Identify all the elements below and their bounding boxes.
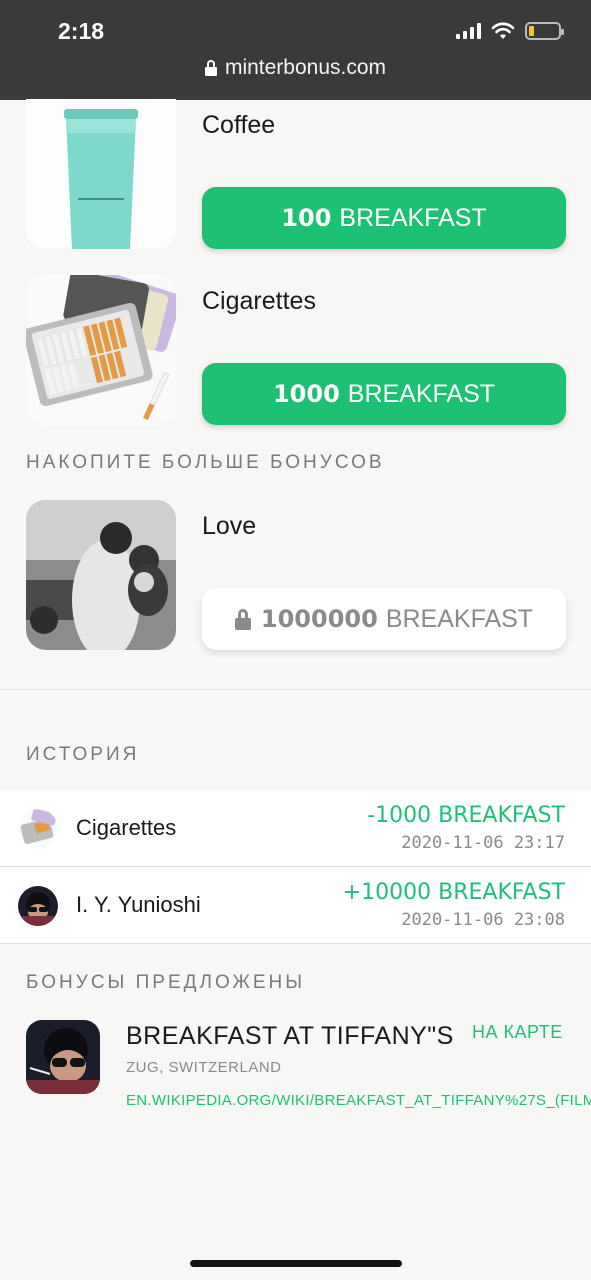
organization-website-link[interactable]: EN.WIKIPEDIA.ORG/WIKI/BREAKFAST_AT_TIFFA…: [126, 1092, 591, 1109]
address-bar[interactable]: minterbonus.com: [0, 56, 591, 80]
browser-top-bar: 2:18 minterbonus.com: [0, 0, 591, 100]
lock-icon: [204, 60, 217, 76]
product-name: Coffee: [202, 111, 276, 139]
organization-location: ZUG, SWITZERLAND: [126, 1059, 282, 1076]
history-date: 2020-11-06 23:17: [401, 833, 565, 853]
section-title-more-bonuses: НАКОПИТЕ БОЛЬШЕ БОНУСОВ: [26, 452, 385, 473]
battery-icon: [525, 22, 564, 40]
buy-button-coffee[interactable]: 100 BREAKFAST: [202, 187, 566, 249]
section-title-offered-by: БОНУСЫ ПРЕДЛОЖЕНЫ: [26, 972, 306, 993]
home-indicator[interactable]: [190, 1260, 402, 1267]
product-cigarettes: Cigarettes 1000 BREAKFAST: [26, 275, 566, 425]
product-image-coffee: [26, 99, 176, 249]
url-text: minterbonus.com: [224, 56, 387, 79]
history-avatar: [18, 886, 58, 926]
status-time: 2:18: [58, 18, 105, 44]
product-love: Love 1000000 BREAKFAST: [26, 500, 566, 650]
history-amount: -1000 BREAKFAST: [367, 803, 565, 828]
map-link[interactable]: НА КАРТЕ: [472, 1022, 563, 1043]
wifi-icon: [491, 22, 515, 39]
buy-button-cigarettes[interactable]: 1000 BREAKFAST: [202, 363, 566, 425]
history-name: Cigarettes: [76, 815, 177, 840]
status-icons: [456, 22, 564, 40]
locked-price-love: 1000000 BREAKFAST: [202, 588, 566, 650]
history-row[interactable]: I. Y. Yunioshi +10000 BREAKFAST 2020-11-…: [0, 868, 591, 944]
organization-logo: [26, 1020, 100, 1094]
lock-icon: [234, 608, 251, 630]
product-name: Love: [202, 512, 257, 540]
product-name: Cigarettes: [202, 287, 316, 315]
product-image-cigarettes: [26, 275, 176, 425]
product-coffee: Coffee 100 BREAKFAST: [26, 99, 566, 249]
history-date: 2020-11-06 23:08: [401, 910, 565, 930]
section-title-history: ИСТОРИЯ: [26, 744, 140, 765]
organization-name: BREAKFAST AT TIFFANY"S: [126, 1022, 454, 1050]
history-name: I. Y. Yunioshi: [76, 892, 201, 917]
history-amount: +10000 BREAKFAST: [342, 880, 565, 905]
product-image-love: [26, 500, 176, 650]
cellular-signal-icon: [456, 23, 481, 39]
history-row[interactable]: Cigarettes -1000 BREAKFAST 2020-11-06 23…: [0, 791, 591, 867]
history-avatar: [18, 809, 58, 849]
divider: [0, 689, 591, 690]
